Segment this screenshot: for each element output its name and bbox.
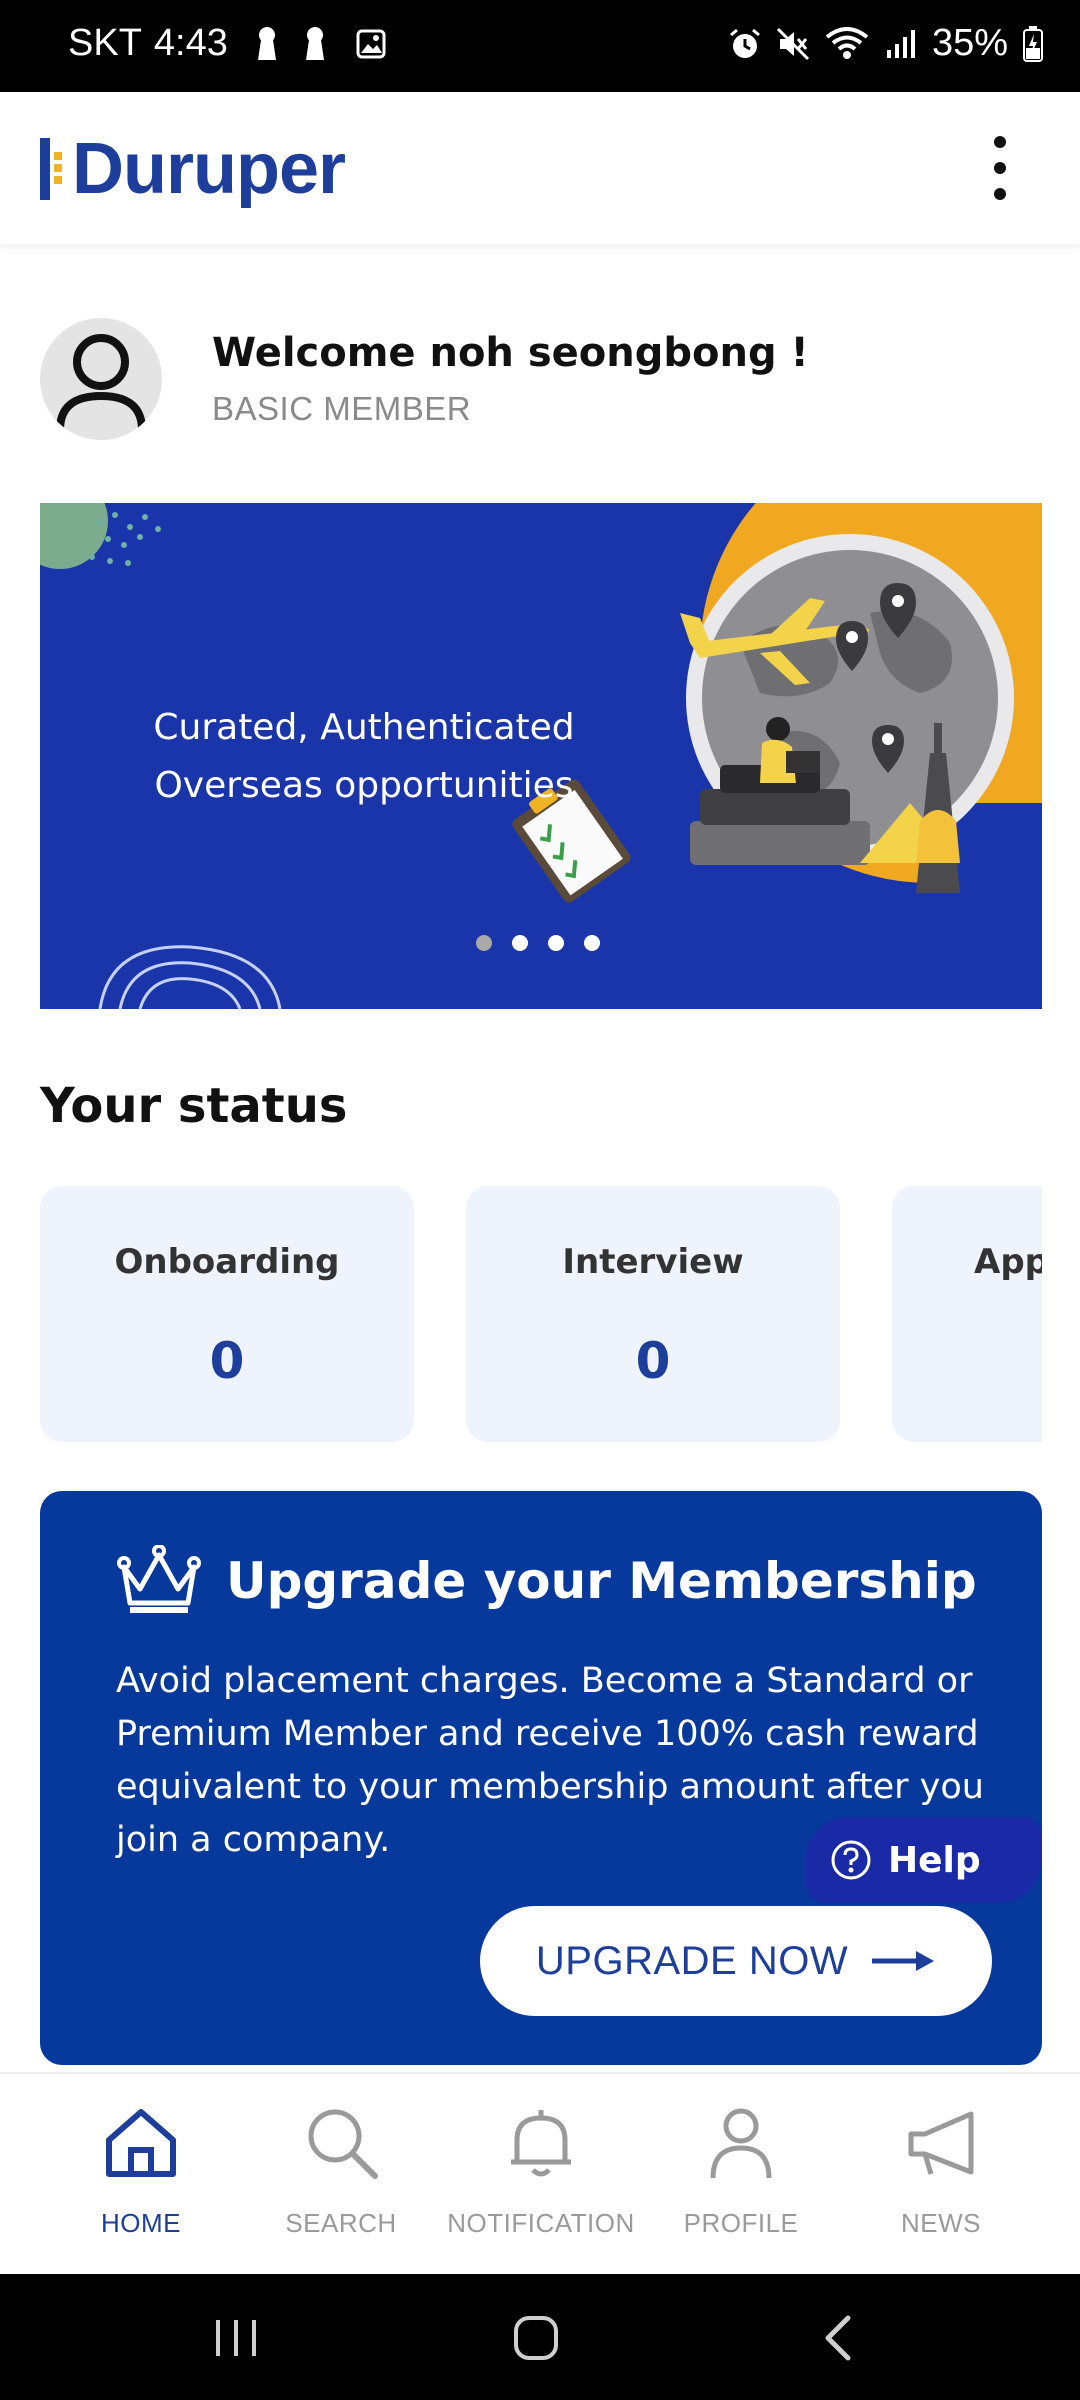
carousel-dot[interactable] bbox=[476, 935, 492, 951]
clock: 4:43 bbox=[153, 22, 228, 64]
search-icon bbox=[308, 2109, 378, 2179]
banner-line-1: Curated, Authenticated bbox=[153, 707, 575, 748]
nav-notification[interactable]: NOTIFICATION bbox=[441, 2102, 641, 2262]
more-dot bbox=[994, 188, 1006, 200]
app-header: Duruper bbox=[0, 92, 1080, 244]
carrier-name: SKT bbox=[68, 22, 142, 64]
app-logo[interactable]: Duruper bbox=[40, 128, 346, 210]
nav-label: NEWS bbox=[901, 2208, 981, 2238]
more-dot bbox=[994, 162, 1006, 174]
upgrade-now-label: UPGRADE NOW bbox=[535, 1938, 849, 1983]
status-card-app[interactable]: App bbox=[892, 1186, 1042, 1442]
banner-line-2: Overseas opportunities bbox=[154, 765, 574, 806]
status-left: SKT 4:43 bbox=[68, 22, 388, 65]
system-navigation-bar bbox=[0, 2274, 1080, 2400]
status-section-title: Your status bbox=[40, 1078, 348, 1134]
image-icon bbox=[354, 24, 388, 64]
more-vert-icon bbox=[994, 136, 1006, 148]
megaphone-icon bbox=[908, 2111, 974, 2175]
status-bar: SKT 4:43 35% bbox=[0, 0, 1080, 92]
bell-icon bbox=[511, 2110, 571, 2177]
profile-icon bbox=[710, 2108, 772, 2179]
banner-text: Curated, Authenticated Overseas opportun… bbox=[124, 699, 604, 815]
status-card-label: Interview bbox=[562, 1242, 744, 1282]
nav-label: SEARCH bbox=[285, 2208, 397, 2238]
welcome-title: Welcome noh seongbong ! bbox=[212, 330, 809, 376]
battery-percent: 35% bbox=[931, 22, 1008, 64]
arrow-right-icon bbox=[872, 1951, 935, 1971]
carousel-dots bbox=[476, 935, 600, 951]
help-circle-icon bbox=[831, 1840, 871, 1880]
nav-search[interactable]: SEARCH bbox=[241, 2102, 441, 2262]
upgrade-title-row: Upgrade your Membership bbox=[116, 1545, 977, 1617]
carousel-dot[interactable] bbox=[512, 935, 528, 951]
user-avatar-icon[interactable] bbox=[40, 318, 162, 440]
status-card-interview[interactable]: Interview 0 bbox=[466, 1186, 840, 1442]
bottom-navigation: HOME SEARCH NOTIFICATION PROFILE NEWS bbox=[0, 2072, 1080, 2276]
keyhole-icon bbox=[298, 24, 332, 64]
status-cards: Onboarding 0 Interview 0 App bbox=[40, 1186, 1042, 1442]
upgrade-membership-card: Upgrade your Membership Avoid placement … bbox=[40, 1491, 1042, 2065]
battery-icon bbox=[1022, 24, 1044, 64]
keyhole-icon bbox=[250, 24, 284, 64]
status-card-onboarding[interactable]: Onboarding 0 bbox=[40, 1186, 414, 1442]
status-right: 35% bbox=[728, 22, 1044, 65]
promo-banner[interactable]: Curated, Authenticated Overseas opportun… bbox=[40, 503, 1042, 1009]
welcome-section: Welcome noh seongbong ! BASIC MEMBER bbox=[40, 318, 1040, 444]
carousel-dot[interactable] bbox=[584, 935, 600, 951]
membership-level: BASIC MEMBER bbox=[212, 390, 472, 427]
wifi-icon bbox=[824, 24, 870, 64]
help-label: Help bbox=[888, 1839, 981, 1881]
back-icon[interactable] bbox=[810, 2310, 870, 2366]
nav-label: PROFILE bbox=[683, 2208, 799, 2238]
carousel-dot[interactable] bbox=[548, 935, 564, 951]
nav-label: NOTIFICATION bbox=[447, 2208, 635, 2238]
logo-mark bbox=[40, 138, 62, 200]
status-card-label: Onboarding bbox=[114, 1242, 340, 1282]
nav-label: HOME bbox=[101, 2208, 181, 2238]
crown-icon bbox=[117, 1545, 201, 1613]
recents-icon[interactable] bbox=[206, 2310, 266, 2366]
home-circle-icon[interactable] bbox=[506, 2310, 566, 2366]
logo-text: Duruper bbox=[72, 129, 346, 209]
more-options-button[interactable] bbox=[978, 136, 1022, 200]
alarm-icon bbox=[728, 24, 762, 64]
home-icon bbox=[106, 2109, 176, 2177]
signal-icon bbox=[884, 24, 918, 64]
help-button[interactable]: Help bbox=[806, 1817, 1042, 1903]
upgrade-now-button[interactable]: UPGRADE NOW bbox=[480, 1906, 992, 2016]
status-card-value: 0 bbox=[209, 1332, 245, 1390]
nav-profile[interactable]: PROFILE bbox=[641, 2102, 841, 2262]
status-card-label: App bbox=[974, 1242, 1042, 1282]
upgrade-title: Upgrade your Membership bbox=[226, 1552, 977, 1610]
nav-news[interactable]: NEWS bbox=[841, 2102, 1041, 2262]
nav-home[interactable]: HOME bbox=[41, 2102, 241, 2262]
mute-icon bbox=[776, 24, 810, 64]
status-card-value: 0 bbox=[635, 1332, 671, 1390]
